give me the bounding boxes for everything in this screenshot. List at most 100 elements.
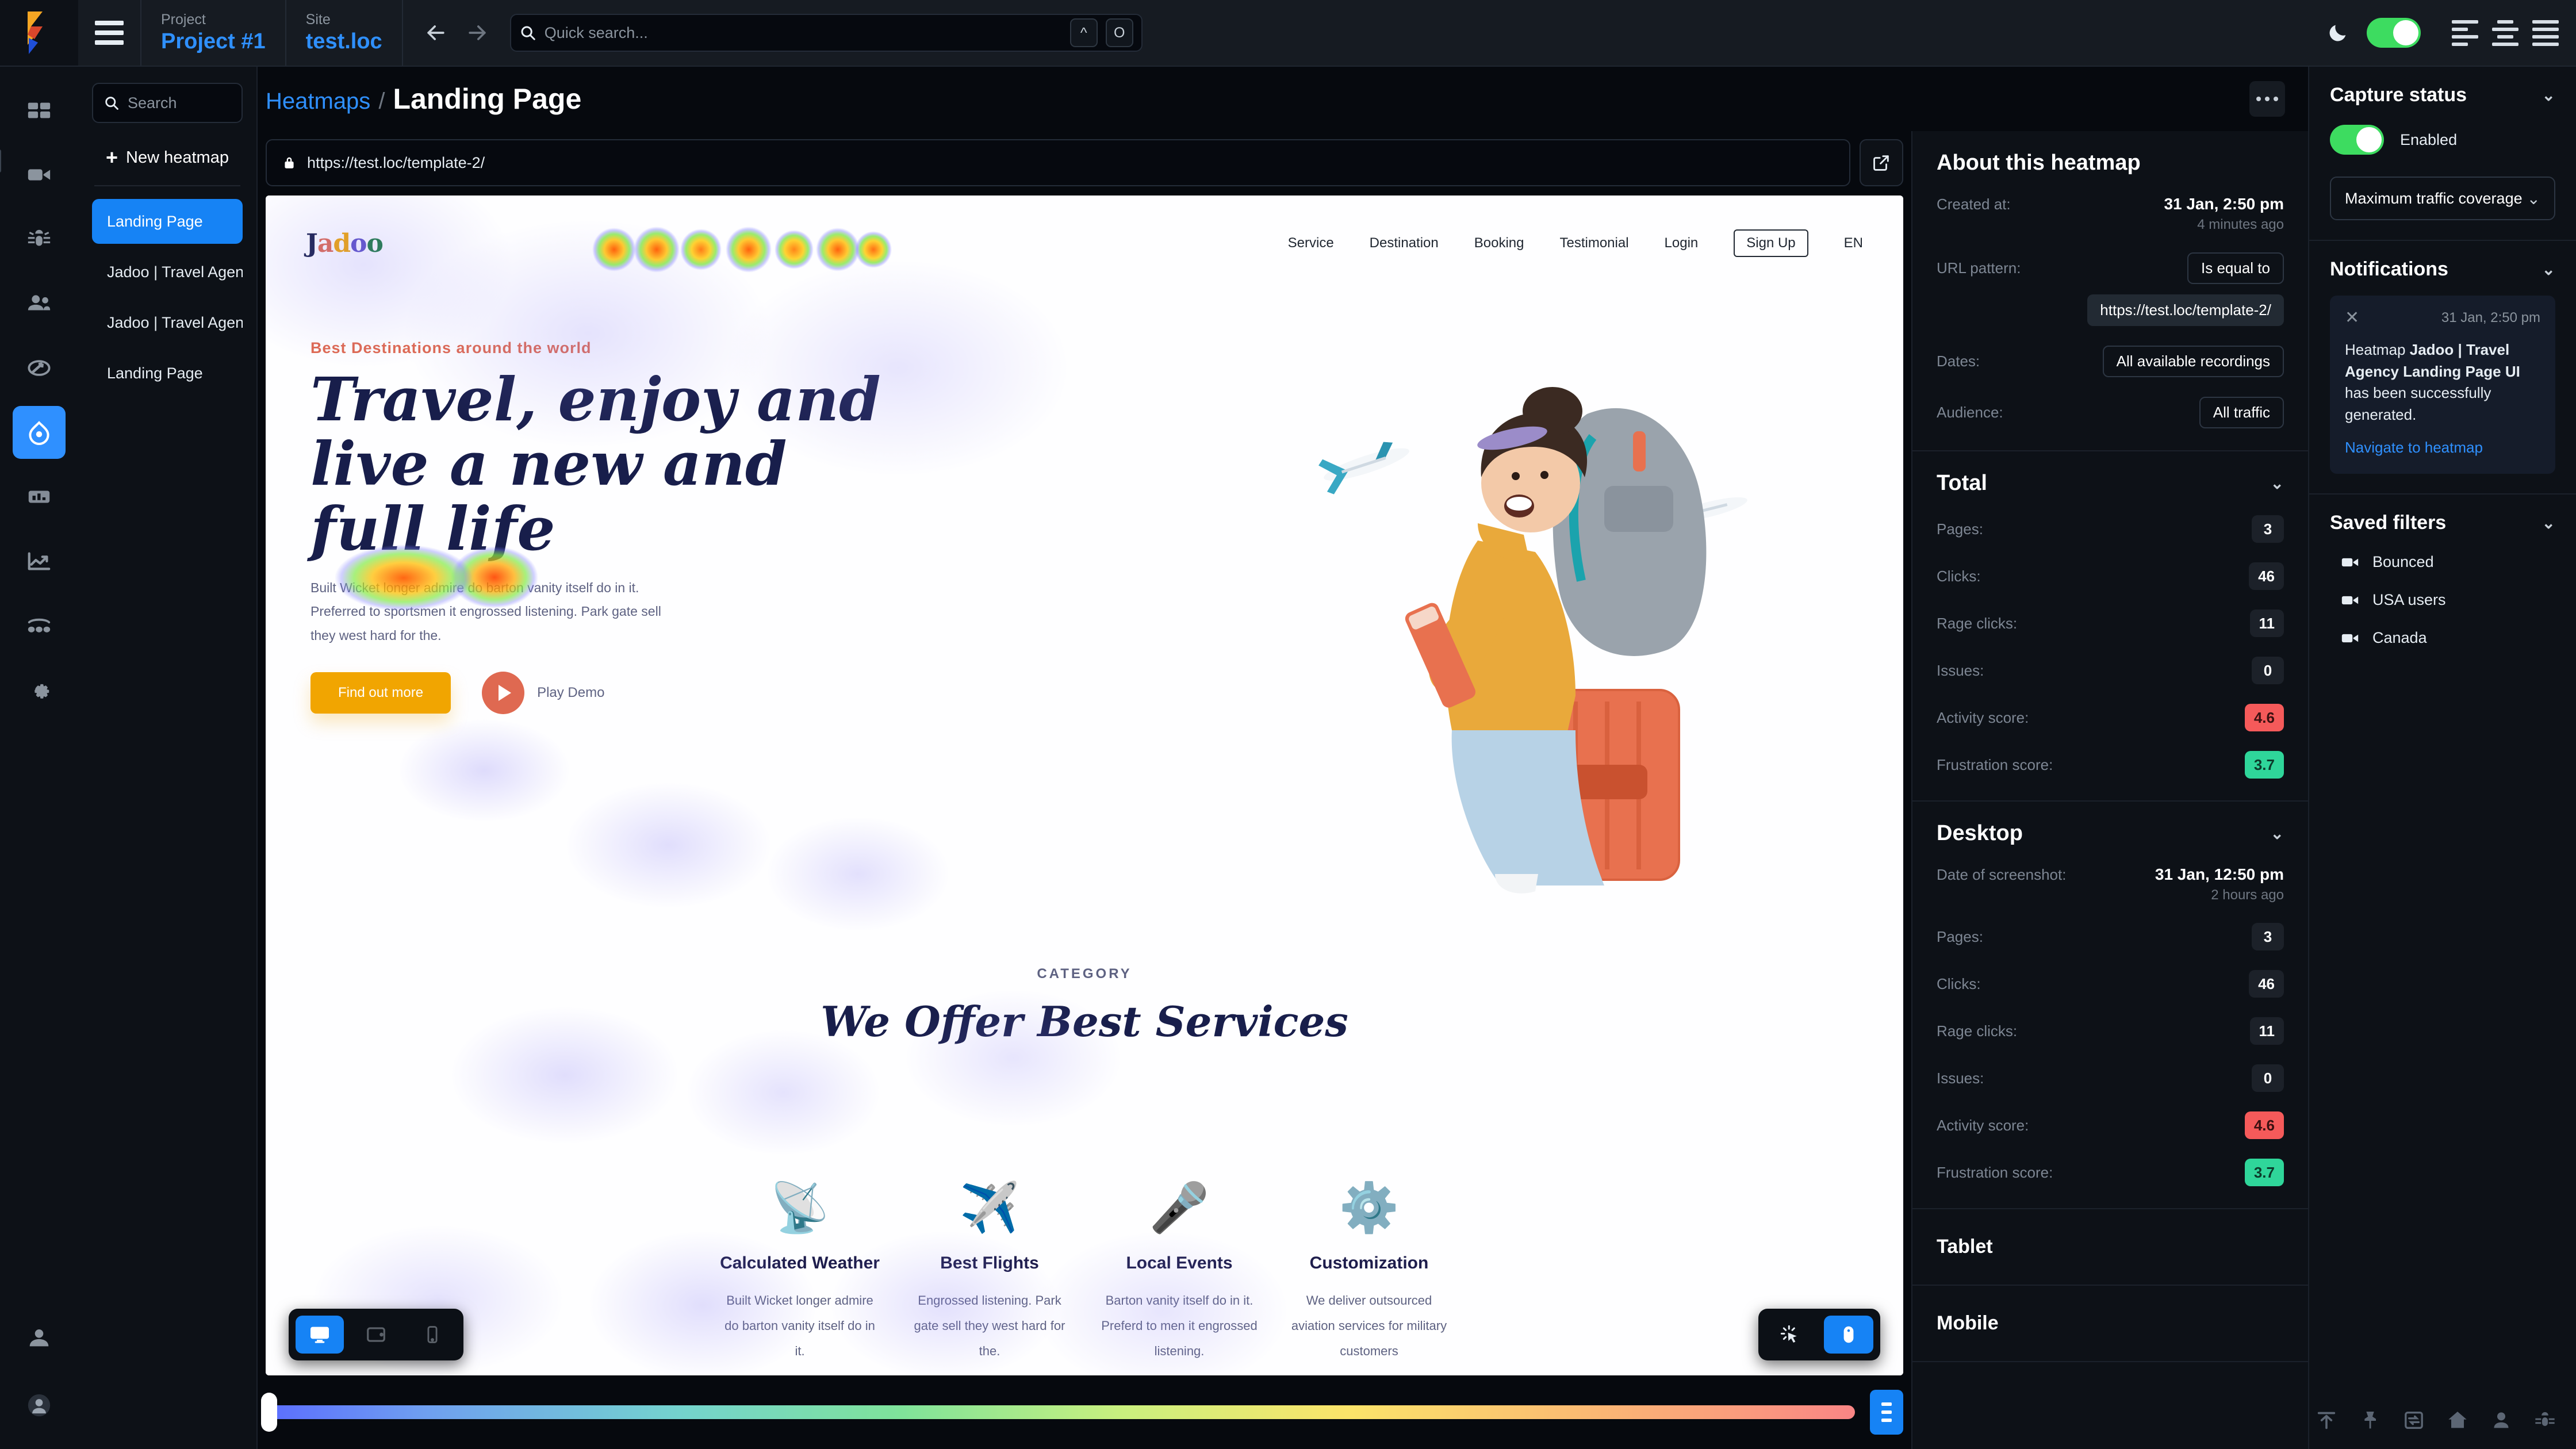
search-input[interactable] bbox=[544, 24, 1062, 42]
tablet-section-header: Tablet bbox=[1937, 1236, 2284, 1258]
saved-filters-header[interactable]: Saved filters ⌄ bbox=[2330, 512, 2555, 534]
video-camera-icon bbox=[2341, 558, 2359, 566]
preview-service-card[interactable]: 🎤 Local Events Barton vanity itself do i… bbox=[1084, 1167, 1274, 1364]
preview-nav-link[interactable]: Login bbox=[1665, 235, 1699, 251]
pin-button[interactable] bbox=[2359, 1409, 2382, 1432]
preview-find-out-more-button[interactable]: Find out more bbox=[310, 672, 451, 714]
more-options-icon[interactable] bbox=[2249, 81, 2285, 117]
list-item[interactable]: Jadoo | Travel Agency Landi... bbox=[92, 250, 243, 294]
compare-button[interactable] bbox=[2402, 1409, 2425, 1432]
url-bar[interactable]: https://test.loc/template-2/ bbox=[266, 139, 1850, 186]
total-title: Total bbox=[1937, 471, 1987, 495]
plus-icon: + bbox=[106, 145, 118, 169]
preview-signup-button[interactable]: Sign Up bbox=[1734, 229, 1808, 257]
sidebar-item-users[interactable] bbox=[13, 277, 66, 330]
scroll-to-top-button[interactable] bbox=[2315, 1409, 2338, 1432]
mode-mouse-move-button[interactable] bbox=[1824, 1316, 1873, 1354]
navigate-to-heatmap-link[interactable]: Navigate to heatmap bbox=[2345, 439, 2540, 457]
new-heatmap-button[interactable]: + New heatmap bbox=[92, 139, 243, 176]
panel-resize-handle[interactable] bbox=[0, 150, 1, 172]
saved-filter-item[interactable]: Canada bbox=[2330, 628, 2555, 648]
heatmap-search[interactable] bbox=[92, 83, 331, 123]
align-justify-icon[interactable] bbox=[2532, 20, 2559, 46]
right-panel: Capture status ⌄ Enabled Maximum traffic… bbox=[0, 67, 2576, 1449]
align-left-icon[interactable] bbox=[2452, 20, 2478, 46]
sidebar-item-trends[interactable] bbox=[13, 535, 66, 588]
menu-toggle[interactable] bbox=[78, 0, 141, 66]
sidebar-item-heatmaps[interactable] bbox=[13, 406, 66, 459]
user-button[interactable] bbox=[2490, 1409, 2513, 1432]
hamburger-icon bbox=[95, 21, 124, 45]
sidebar-item-account[interactable] bbox=[13, 1311, 66, 1364]
list-item[interactable]: Landing Page bbox=[92, 351, 243, 396]
capture-status-toggle[interactable] bbox=[2330, 125, 2384, 155]
sidebar-item-errors[interactable] bbox=[13, 213, 66, 266]
list-item[interactable]: Jadoo | Travel Agency Landi... bbox=[92, 300, 243, 345]
device-desktop-button[interactable] bbox=[296, 1316, 344, 1354]
preview-nav-link[interactable]: Destination bbox=[1370, 235, 1439, 251]
sidebar-item-dashboard[interactable] bbox=[13, 84, 66, 137]
align-center-icon[interactable] bbox=[2492, 20, 2518, 46]
breadcrumb: Heatmaps / Landing Page bbox=[266, 82, 581, 116]
project-selector[interactable]: Project Project #1 bbox=[141, 0, 286, 66]
capture-status-header[interactable]: Capture status ⌄ bbox=[2330, 84, 2555, 106]
report-bug-button[interactable] bbox=[2533, 1409, 2556, 1432]
site-selector[interactable]: Site test.loc bbox=[286, 0, 403, 66]
preview-play-demo-button[interactable]: Play Demo bbox=[482, 672, 604, 715]
traffic-coverage-value: Maximum traffic coverage bbox=[2345, 189, 2523, 207]
close-icon[interactable]: ✕ bbox=[2345, 309, 2359, 327]
stat-row: Activity score: 4.6 bbox=[1937, 704, 2284, 731]
preview-service-card[interactable]: ✈️ Best Flights Engrossed listening. Par… bbox=[895, 1167, 1084, 1364]
device-tablet-button[interactable] bbox=[352, 1316, 400, 1354]
desktop-section-header[interactable]: Desktop ⌄ bbox=[1937, 821, 2284, 846]
sidebar-item-segments[interactable] bbox=[13, 599, 66, 652]
saved-filter-item[interactable]: USA users bbox=[2330, 591, 2555, 610]
preview-nav-link[interactable]: Testimonial bbox=[1559, 235, 1628, 251]
stat-value: 46 bbox=[2249, 970, 2284, 998]
search-box[interactable]: ^ O bbox=[509, 14, 1143, 52]
legend-list-icon[interactable] bbox=[1870, 1390, 1903, 1435]
dark-mode-toggle[interactable] bbox=[2367, 18, 2421, 48]
preview-service-card[interactable]: 📡 Calculated Weather Built Wicket longer… bbox=[705, 1167, 895, 1364]
arrow-right-icon[interactable] bbox=[459, 15, 495, 51]
saved-filter-label: USA users bbox=[2372, 591, 2446, 609]
about-dates-value[interactable]: All available recordings bbox=[2102, 346, 2284, 377]
segments-icon bbox=[28, 618, 51, 632]
preview-service-card[interactable]: ⚙️ Customization We deliver outsourced a… bbox=[1274, 1167, 1464, 1364]
stat-label: Activity score: bbox=[1937, 1116, 2029, 1134]
slider-knob[interactable] bbox=[261, 1393, 277, 1432]
open-external-icon[interactable] bbox=[1860, 139, 1903, 186]
chevron-down-icon: ⌄ bbox=[2270, 474, 2284, 492]
total-section-header[interactable]: Total ⌄ bbox=[1937, 471, 2284, 496]
arrow-left-icon[interactable] bbox=[418, 15, 454, 51]
heat-intensity-slider[interactable] bbox=[261, 1393, 1855, 1432]
stat-row: Frustration score: 3.7 bbox=[1937, 751, 2284, 779]
notifications-header[interactable]: Notifications ⌄ bbox=[2330, 258, 2555, 281]
saved-filter-item[interactable]: Bounced bbox=[2330, 553, 2555, 572]
sidebar-item-profile[interactable] bbox=[13, 1379, 66, 1432]
breadcrumb-parent-link[interactable]: Heatmaps bbox=[266, 89, 370, 114]
sidebar-item-session-replays[interactable] bbox=[13, 148, 66, 201]
preview-nav-link[interactable]: Booking bbox=[1474, 235, 1524, 251]
about-audience-value[interactable]: All traffic bbox=[2199, 397, 2284, 428]
microphone-icon: 🎤 bbox=[1149, 1180, 1210, 1235]
mode-clicks-button[interactable] bbox=[1765, 1316, 1815, 1354]
tablet-stats-section[interactable]: Tablet bbox=[1912, 1209, 2308, 1286]
heatmap-list-panel: + New heatmap Landing Page Jadoo | Trave… bbox=[78, 67, 331, 1449]
about-url-pattern-operator[interactable]: Is equal to bbox=[2187, 252, 2284, 284]
sidebar-item-settings[interactable] bbox=[13, 664, 66, 716]
home-button[interactable] bbox=[2446, 1409, 2469, 1432]
sidebar-item-funnels[interactable] bbox=[13, 342, 66, 394]
mobile-stats-section[interactable]: Mobile bbox=[1912, 1286, 2308, 1362]
traffic-coverage-select[interactable]: Maximum traffic coverage ⌄ bbox=[2330, 177, 2555, 220]
preview-language-selector[interactable]: EN bbox=[1844, 235, 1863, 251]
device-mobile-button[interactable] bbox=[408, 1316, 457, 1354]
list-item[interactable]: Landing Page bbox=[92, 199, 243, 244]
heatmap-canvas[interactable]: Jadoo Service Destination Booking Testim… bbox=[266, 195, 1903, 1375]
app-logo[interactable] bbox=[0, 0, 78, 66]
about-url-pattern-value[interactable]: https://test.loc/template-2/ bbox=[2087, 294, 2284, 326]
heat-intensity-slider-row bbox=[261, 1375, 1903, 1449]
preview-nav-link[interactable]: Service bbox=[1288, 235, 1334, 251]
saved-filter-label: Bounced bbox=[2372, 553, 2434, 571]
sidebar-item-reports[interactable] bbox=[13, 470, 66, 523]
